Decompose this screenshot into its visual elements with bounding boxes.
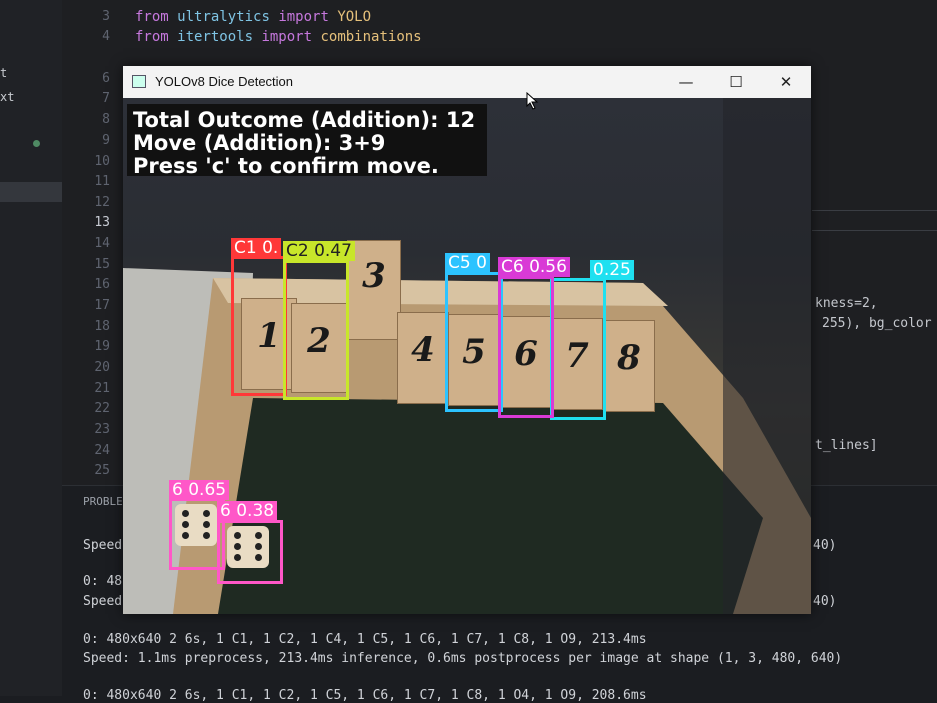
camera-feed: 1 2 3 4 5 6 7 8 C1 0. C2 0.47 C5 0 0.25 … — [123, 98, 811, 614]
line-number: 3 — [102, 9, 110, 24]
terminal-line-fragment: 40) — [813, 594, 837, 609]
line-number: 14 — [94, 236, 110, 251]
tile-8: 8 — [603, 320, 655, 412]
terminal-line-fragment: 40) — [813, 538, 837, 553]
line-number: 22 — [94, 401, 110, 416]
code-fragment[interactable]: 255), bg_color — [822, 316, 932, 331]
bbox-c6 — [498, 276, 554, 418]
label-c5: C5 0 — [445, 253, 490, 273]
code-fragment[interactable]: t_lines] — [815, 438, 878, 453]
line-number-active: 13 — [94, 215, 110, 230]
total-outcome-text: Total Outcome (Addition): 12 — [133, 108, 476, 132]
line-number: 10 — [94, 154, 110, 169]
line-number: 12 — [94, 195, 110, 210]
keyword: import — [278, 9, 329, 25]
line-number: 19 — [94, 339, 110, 354]
label-c7: 0.25 — [590, 260, 634, 280]
label-die-2: 6 0.38 — [217, 501, 278, 521]
move-text: Move (Addition): 3+9 — [133, 131, 386, 155]
label-c6: C6 0.56 — [498, 257, 570, 277]
label-c1: C1 0. — [231, 238, 282, 258]
sidebar-file-fragment[interactable]: t — [0, 66, 7, 80]
module-name: ultralytics — [177, 9, 270, 25]
line-number: 17 — [94, 298, 110, 313]
line-number: 4 — [102, 29, 110, 44]
line-number: 6 — [102, 71, 110, 86]
line-number: 16 — [94, 277, 110, 292]
bbox-c1 — [231, 256, 287, 396]
label-die-1: 6 0.65 — [169, 480, 230, 500]
detection-window[interactable]: YOLOv8 Dice Detection — ☐ ✕ 1 2 3 4 5 6 … — [123, 66, 811, 614]
tile-4: 4 — [397, 312, 449, 404]
identifier: combinations — [320, 29, 422, 45]
line-number: 20 — [94, 360, 110, 375]
line-number: 25 — [94, 463, 110, 478]
confirm-prompt-text: Press 'c' to confirm move. — [133, 154, 439, 178]
terminal-line: Speed — [83, 538, 123, 553]
line-number: 18 — [94, 319, 110, 334]
line-number: 21 — [94, 381, 110, 396]
editor-divider — [812, 210, 937, 211]
mouse-cursor-icon — [526, 92, 539, 110]
tile-3: 3 — [347, 240, 401, 340]
line-number: 7 — [102, 91, 110, 106]
terminal-line: 0: 48 — [83, 574, 123, 589]
code-fragment[interactable]: kness=2, — [815, 296, 878, 311]
window-titlebar[interactable]: YOLOv8 Dice Detection — ☐ ✕ — [123, 66, 811, 98]
modified-dot-icon — [33, 140, 40, 147]
line-number: 15 — [94, 257, 110, 272]
explorer-sidebar: t xt — [0, 0, 63, 696]
line-number: 23 — [94, 422, 110, 437]
sidebar-selected-row[interactable] — [0, 182, 62, 202]
line-number: 8 — [102, 112, 110, 127]
editor-divider — [812, 230, 937, 231]
bbox-c2 — [283, 260, 349, 400]
module-name: itertools — [177, 29, 254, 45]
keyword: import — [261, 29, 313, 45]
line-number: 9 — [102, 133, 110, 148]
tab-problems[interactable]: PROBLE — [83, 495, 123, 508]
code-line-import-yolo[interactable]: from ultralytics import YOLO — [135, 7, 371, 27]
keyword: from — [135, 29, 169, 45]
window-title: YOLOv8 Dice Detection — [155, 74, 294, 89]
label-c2: C2 0.47 — [283, 241, 355, 261]
close-button[interactable]: ✕ — [761, 66, 811, 98]
identifier: YOLO — [337, 9, 372, 25]
bbox-c7 — [550, 278, 606, 420]
terminal-line: 0: 480x640 2 6s, 1 C1, 1 C2, 1 C4, 1 C5,… — [83, 632, 647, 647]
minimize-button[interactable]: — — [661, 66, 711, 98]
terminal-line: Speed: 1.1ms preprocess, 213.4ms inferen… — [83, 651, 843, 666]
bbox-c5 — [445, 272, 503, 412]
bbox-die-2 — [217, 520, 283, 584]
sidebar-file-fragment[interactable]: xt — [0, 90, 14, 104]
app-icon — [132, 75, 146, 88]
line-number: 11 — [94, 174, 110, 189]
maximize-button[interactable]: ☐ — [711, 66, 761, 98]
line-number: 24 — [94, 443, 110, 458]
code-line-import-combinations[interactable]: from itertools import combinations — [135, 27, 422, 47]
keyword: from — [135, 9, 169, 25]
terminal-line: Speed — [83, 594, 123, 609]
